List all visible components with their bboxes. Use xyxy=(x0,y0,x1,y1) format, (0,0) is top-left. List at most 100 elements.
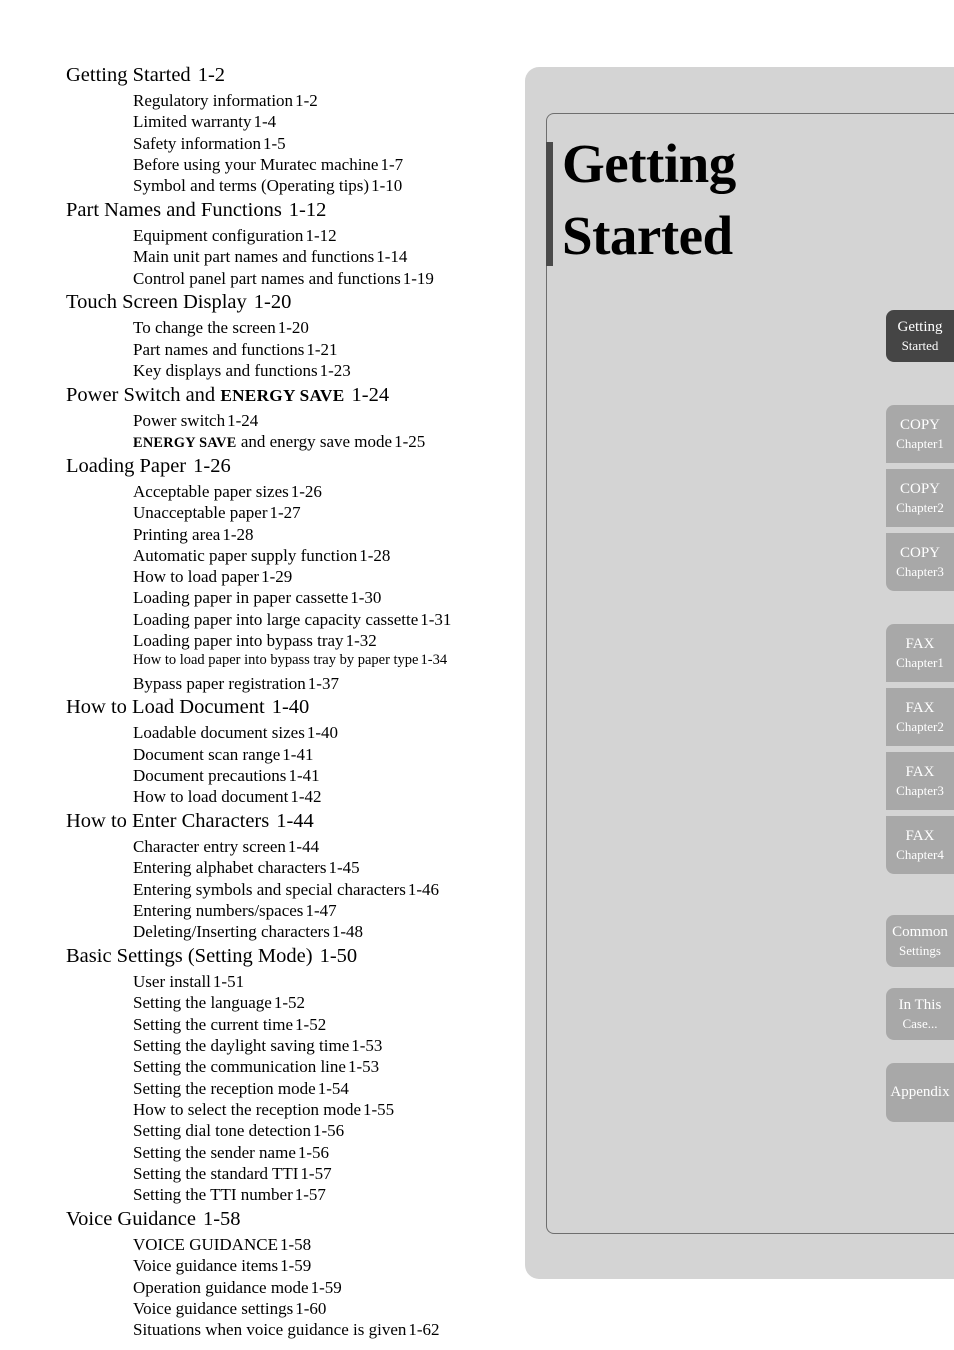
toc-entry-label: Voice guidance items xyxy=(133,1256,279,1276)
toc-entry-label: Control panel part names and functions xyxy=(133,268,401,288)
chapter-tab-copy-chapter2[interactable]: COPY Chapter2 xyxy=(886,469,954,527)
toc-entry-page-number: 1-37 xyxy=(307,673,339,693)
toc-entry-page-number: 1-45 xyxy=(328,858,360,878)
toc-entry-page-number: 1-51 xyxy=(212,972,245,992)
toc-entry-label: Setting the TTI number xyxy=(133,1185,293,1205)
toc-entry-label: How to select the reception mode xyxy=(133,1099,362,1119)
toc-entry-label: Loadable document sizes xyxy=(133,723,305,743)
chapter-tab-fax-chapter4[interactable]: FAX Chapter4 xyxy=(886,816,954,874)
toc-entry-page-number: 1-56 xyxy=(297,1142,330,1162)
toc-entry-page-number: 1-10 xyxy=(371,176,403,196)
toc-entry-label: Loading Paper xyxy=(66,454,187,477)
chapter-tab-sublabel: Settings xyxy=(899,943,941,958)
toc-entry-page-number: 1-19 xyxy=(402,268,434,288)
chapter-tab-label: FAX xyxy=(905,700,935,716)
toc-entry-page-number: 1-7 xyxy=(380,154,404,174)
toc-entry-label: Power switch xyxy=(133,410,226,430)
toc-entry-page-number: 1-53 xyxy=(347,1057,380,1077)
toc-entry-label: Unacceptable paper xyxy=(133,503,268,523)
chapter-tab-label: COPY xyxy=(899,417,940,433)
toc-entry-page-number: 1-23 xyxy=(319,361,351,380)
toc-entry-label: Deleting/Inserting characters xyxy=(133,922,330,942)
toc-entry-page-number: 1-41 xyxy=(288,766,320,785)
toc-entry-page-number: 1-57 xyxy=(300,1163,332,1183)
toc-entry-label: Voice guidance settings xyxy=(133,1298,294,1318)
toc-entry-label: How to load paper into bypass tray by pa… xyxy=(133,652,419,669)
toc-entry-label: Part names and functions xyxy=(133,339,305,359)
chapter-tab-copy-chapter1[interactable]: COPY Chapter1 xyxy=(886,405,954,463)
chapter-tab-common-settings[interactable]: Common Settings xyxy=(886,915,954,967)
toc-entry-page-number: 1-24 xyxy=(351,383,390,406)
toc-entry-page-number: 1-57 xyxy=(294,1185,326,1205)
toc-entry-page-number: 1-26 xyxy=(290,481,322,501)
toc-entry-page-number: 1-29 xyxy=(261,567,293,587)
toc-entry-page-number: 1-28 xyxy=(359,545,391,565)
toc-entry-page-number: 1-2 xyxy=(197,64,226,86)
toc-entry-page-number: 1-46 xyxy=(407,879,440,899)
toc-entry-label: Setting the daylight saving time xyxy=(133,1036,350,1055)
toc-entry-page-number: 1-59 xyxy=(280,1256,312,1276)
toc-entry-label: Entering numbers/spaces xyxy=(133,901,304,920)
toc-entry-page-number: 1-56 xyxy=(313,1121,345,1141)
chapter-tab-label: Getting xyxy=(897,319,943,335)
toc-entry-page-number: 1-52 xyxy=(273,993,305,1013)
chapter-tab-label: COPY xyxy=(899,481,940,497)
toc-entry-page-number: 1-4 xyxy=(253,112,277,132)
chapter-tab-appendix[interactable]: Appendix xyxy=(886,1063,954,1122)
chapter-tab-sublabel: Chapter2 xyxy=(896,719,944,734)
chapter-title-line-2: Started xyxy=(562,205,733,266)
toc-entry-page-number: 1-52 xyxy=(295,1014,327,1034)
toc-entry-label: Setting the standard TTI xyxy=(133,1163,299,1183)
toc-entry-label: Safety information xyxy=(133,133,261,153)
toc-entry-label: Document scan range xyxy=(133,744,281,764)
toc-entry-page-number: 1-41 xyxy=(282,744,314,764)
toc-entry-page-number: 1-28 xyxy=(222,524,254,544)
toc-entry-label: Loading paper in paper cassette xyxy=(133,588,349,608)
toc-entry-page-number: 1-44 xyxy=(287,837,320,857)
chapter-tab-in-this-case[interactable]: In This Case... xyxy=(886,988,954,1040)
chapter-tab-sublabel: Case... xyxy=(902,1016,938,1031)
toc-entry-page-number: 1-32 xyxy=(345,631,377,650)
toc-entry-label: Setting the reception mode xyxy=(133,1078,316,1098)
chapter-tab-getting-started[interactable]: Getting Started xyxy=(886,310,954,362)
toc-entry-label: Basic Settings (Setting Mode) xyxy=(66,945,313,968)
toc-entry-label-emphasis: ENERGY SAVE xyxy=(133,435,237,452)
toc-entry-label: Before using your Muratec machine xyxy=(133,154,379,174)
toc-entry-label: Entering symbols and special characters xyxy=(133,879,406,899)
table-of-contents: Getting Started.........................… xyxy=(0,0,500,1350)
toc-entry-label: VOICE GUIDANCE xyxy=(133,1234,278,1254)
toc-entry-label: Automatic paper supply function xyxy=(133,545,358,565)
toc-entry-label: Operation guidance mode xyxy=(133,1277,309,1297)
toc-entry-page-number: 1-24 xyxy=(227,410,259,430)
toc-entry-label: Getting Started xyxy=(66,64,191,86)
toc-entry-page-number: 1-40 xyxy=(306,723,338,743)
toc-entry-label: Touch Screen Display xyxy=(66,291,247,314)
toc-entry-label: Loading paper into large capacity casset… xyxy=(133,609,419,629)
chapter-tab-sublabel: Chapter3 xyxy=(896,783,944,798)
toc-entry-label: Character entry screen xyxy=(133,837,286,857)
toc-entry-label: How to load document xyxy=(133,787,289,807)
toc-entry-label: Symbol and terms (Operating tips) xyxy=(133,176,370,196)
chapter-tab-copy-chapter3[interactable]: COPY Chapter3 xyxy=(886,533,954,591)
toc-entry-page-number: 1-55 xyxy=(363,1099,395,1119)
chapter-tab-fax-chapter3[interactable]: FAX Chapter3 xyxy=(886,752,954,810)
tab-group-common-settings: Common Settings xyxy=(886,915,954,967)
tab-group-in-this-case: In This Case... xyxy=(886,988,954,1040)
chapter-tab-label: COPY xyxy=(899,545,940,561)
toc-entry-label: Setting the sender name xyxy=(133,1142,296,1162)
toc-entry-page-number: 1-59 xyxy=(310,1277,342,1297)
tab-group-getting-started: Getting Started xyxy=(886,310,954,362)
chapter-tab-fax-chapter1[interactable]: FAX Chapter1 xyxy=(886,624,954,682)
toc-entry-page-number: 1-62 xyxy=(408,1320,440,1340)
toc-entry-label: Entering alphabet characters xyxy=(133,858,327,878)
toc-entry-page-number: 1-42 xyxy=(290,787,322,807)
toc-entry-label: Key displays and functions xyxy=(133,361,318,380)
toc-entry-label: To change the screen xyxy=(133,318,276,338)
toc-entry-label: Situations when voice guidance is given xyxy=(133,1320,407,1340)
chapter-tab-fax-chapter2[interactable]: FAX Chapter2 xyxy=(886,688,954,746)
toc-entry-page-number: 1-60 xyxy=(295,1298,327,1318)
toc-entry-page-number: 1-58 xyxy=(202,1207,241,1230)
chapter-tab-label: In This xyxy=(898,997,942,1013)
chapter-tab-label: FAX xyxy=(905,828,935,844)
toc-entry-page-number: 1-27 xyxy=(269,503,301,523)
